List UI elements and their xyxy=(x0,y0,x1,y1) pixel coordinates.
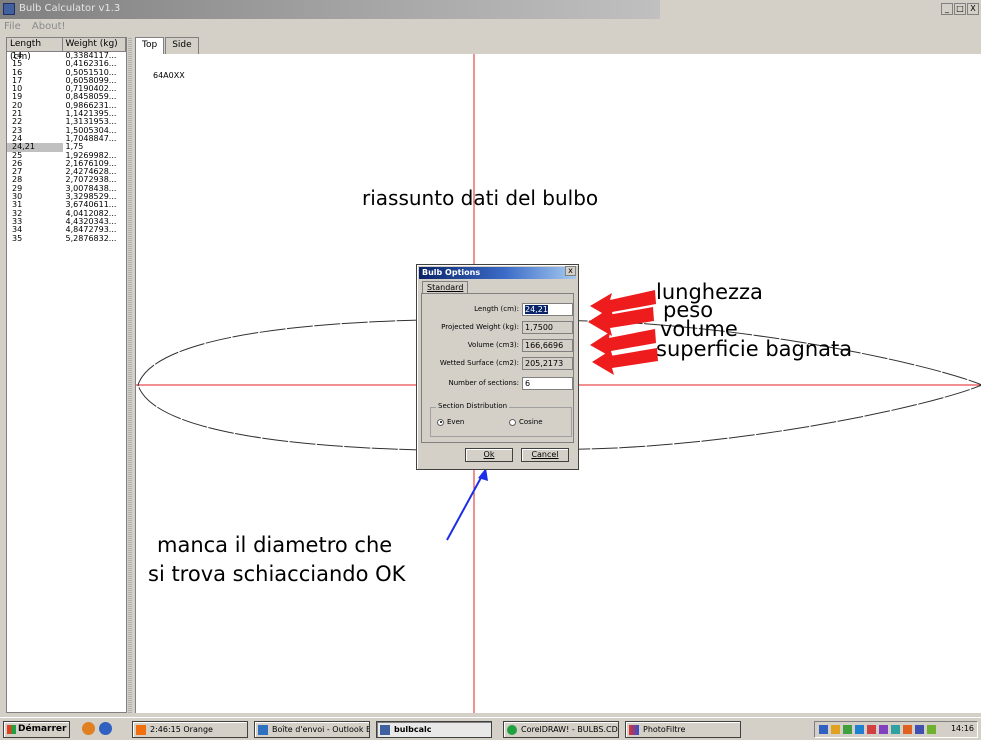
field-sections: Number of sections: 6 xyxy=(422,377,573,391)
tray-messenger-icon[interactable] xyxy=(903,725,912,734)
panel-splitter[interactable] xyxy=(128,37,132,713)
minimize-button[interactable]: _ xyxy=(941,3,953,15)
tray-volume-icon[interactable] xyxy=(915,725,924,734)
length-weight-list[interactable]: Length (cm) Weight (kg) 14 0,3384117... 15… xyxy=(6,37,127,713)
taskbar-item-outlook[interactable]: Boîte d'envoi - Outlook E... xyxy=(254,721,370,738)
tray-media-icon[interactable] xyxy=(879,725,888,734)
tray-display-icon[interactable] xyxy=(855,725,864,734)
tab-standard[interactable]: Standard xyxy=(422,281,469,293)
weight-value: 1,7500 xyxy=(522,321,573,334)
clock: 14:16 xyxy=(950,724,974,733)
taskbar-item-photofiltre[interactable]: PhotoFiltre xyxy=(625,721,741,738)
tray-alert-icon[interactable] xyxy=(867,725,876,734)
app-icon xyxy=(3,3,15,15)
maximize-button[interactable]: □ xyxy=(954,3,966,15)
coreldraw-icon xyxy=(507,725,517,735)
menu-bar: File About! xyxy=(0,19,981,35)
tray-app-icon[interactable] xyxy=(831,725,840,734)
tray-sync-icon[interactable] xyxy=(891,725,900,734)
tab-side[interactable]: Side xyxy=(165,37,199,54)
field-surface-label: Wetted Surface (cm2): xyxy=(439,359,519,367)
orange-app-icon xyxy=(136,725,146,735)
label-superficie-bagnata: superficie bagnata xyxy=(656,337,853,361)
dialog-panel: Length (cm): 24,21 Projected Weight (kg)… xyxy=(421,293,574,443)
field-weight: Projected Weight (kg): 1,7500 xyxy=(422,321,573,335)
close-button[interactable]: X xyxy=(967,3,979,15)
field-surface: Wetted Surface (cm2): 205,2173 xyxy=(422,357,573,371)
surface-value: 205,2173 xyxy=(522,357,573,370)
field-volume-label: Volume (cm3): xyxy=(467,341,519,349)
tray-antivirus-icon[interactable] xyxy=(843,725,852,734)
taskbar-item-coreldraw[interactable]: CorelDRAW! - BULBS.CDR xyxy=(503,721,619,738)
radio-cosine-icon xyxy=(509,418,516,426)
dialog-close-button[interactable]: x xyxy=(565,266,576,276)
sections-input[interactable]: 6 xyxy=(522,377,573,390)
length-input[interactable]: 24,21 xyxy=(522,303,573,316)
window-title: Bulb Calculator v1.3 xyxy=(19,3,121,14)
app-window: Bulb Calculator v1.3 _ □ X File About! L… xyxy=(0,0,981,740)
start-button[interactable]: Démarrer xyxy=(3,721,70,738)
note-line-1: manca il diametro che xyxy=(157,533,393,557)
bulbcalc-icon xyxy=(380,725,390,735)
section-distribution-label: Section Distribution xyxy=(436,402,510,410)
taskbar-item-bulbcalc[interactable]: bulbcalc xyxy=(376,721,492,738)
volume-value: 166,6696 xyxy=(522,339,573,352)
title-bar[interactable]: Bulb Calculator v1.3 _ □ X xyxy=(0,0,981,19)
ok-button[interactable]: Ok xyxy=(465,448,513,462)
cell-weight: 5,2876832... xyxy=(65,233,117,243)
profile-code-label: 64A0XX xyxy=(153,71,185,80)
column-header-weight[interactable]: Weight (kg) xyxy=(63,38,126,51)
taskbar-item-orange[interactable]: 2:46:15 Orange xyxy=(132,721,248,738)
view-tabs: Top Side xyxy=(135,37,200,54)
windows-logo-icon xyxy=(7,725,16,734)
field-weight-label: Projected Weight (kg): xyxy=(441,323,519,331)
menu-about[interactable]: About! xyxy=(28,19,70,32)
tray-network-icon[interactable] xyxy=(819,725,828,734)
field-volume: Volume (cm3): 166,6696 xyxy=(422,339,573,353)
cancel-button[interactable]: Cancel xyxy=(521,448,569,462)
dialog-title-bar[interactable]: Bulb Options xyxy=(419,267,576,279)
radio-even-icon xyxy=(437,418,444,426)
note-line-2: si trova schiacciando OK xyxy=(148,562,406,586)
list-row[interactable]: 35 5,2876832... xyxy=(7,233,126,243)
list-rows: 14 0,3384117... 15 0,4162316... 16 0,5051510.… xyxy=(7,51,126,243)
radio-cosine[interactable]: Cosine xyxy=(509,418,543,426)
summary-heading: riassunto dati del bulbo xyxy=(362,186,599,210)
bulb-options-dialog: Bulb Options x Standard Length (cm): 24,… xyxy=(416,264,579,470)
tray-update-icon[interactable] xyxy=(927,725,936,734)
list-header: Length (cm) Weight (kg) xyxy=(7,38,126,62)
quicklaunch-firefox-icon[interactable] xyxy=(82,722,95,735)
menu-file[interactable]: File xyxy=(0,19,25,32)
quicklaunch-browser-icon[interactable] xyxy=(99,722,112,735)
field-sections-label: Number of sections: xyxy=(448,379,519,387)
column-header-length[interactable]: Length (cm) xyxy=(7,38,63,62)
photofiltre-icon xyxy=(629,725,639,735)
taskbar: Démarrer 2:46:15 Orange Boîte d'envoi - … xyxy=(0,717,981,740)
cell-length: 35 xyxy=(12,233,23,243)
section-distribution-group: Section Distribution Even Cosine xyxy=(430,402,572,437)
outlook-icon xyxy=(258,725,268,735)
system-tray: 14:16 xyxy=(814,721,978,738)
field-length: Length (cm): 24,21 xyxy=(422,303,573,317)
field-length-label: Length (cm): xyxy=(474,305,519,313)
tab-top[interactable]: Top xyxy=(135,37,165,54)
radio-even[interactable]: Even xyxy=(437,418,464,426)
dialog-title: Bulb Options xyxy=(422,268,481,277)
